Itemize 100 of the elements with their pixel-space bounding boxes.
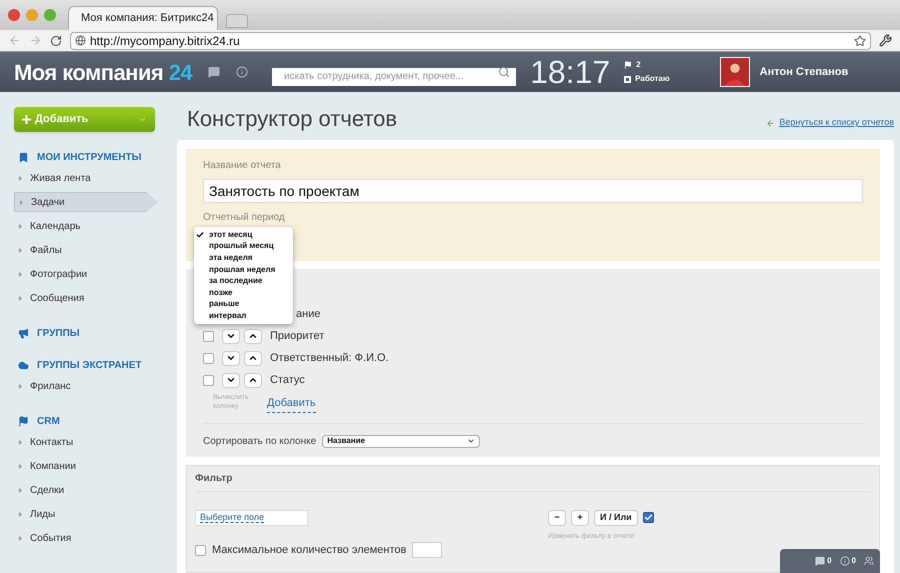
column-name: ание — [296, 306, 320, 322]
clock-time: 18:17 — [530, 56, 610, 88]
chevron-down-icon — [226, 353, 236, 363]
field-picker[interactable]: Выберите поле — [195, 510, 308, 526]
sidebar-item[interactable]: Лиды — [14, 504, 158, 524]
sidebar-item[interactable]: Сделки — [14, 480, 158, 500]
column-name: Статус — [270, 372, 305, 388]
add-column-link[interactable]: Добавить — [267, 395, 316, 412]
chevron-down-icon — [226, 331, 236, 341]
plus-icon — [22, 115, 31, 124]
globe-icon — [75, 35, 86, 46]
move-up-button[interactable] — [244, 372, 262, 388]
sidebar-item[interactable]: Компании — [14, 456, 158, 476]
bullet-icon — [20, 200, 23, 204]
sidebar-item[interactable]: Контакты — [14, 432, 158, 452]
move-down-button[interactable] — [222, 328, 240, 344]
search-field[interactable]: искать сотрудника, документ, прочее... — [272, 68, 516, 86]
bullet-icon — [19, 296, 22, 300]
chevron-up-icon — [248, 375, 258, 385]
caret-icon — [138, 115, 147, 124]
move-down-button[interactable] — [222, 372, 240, 388]
settings-icon[interactable] — [879, 34, 892, 47]
menu-item[interactable]: раньше — [194, 298, 293, 310]
menu-item[interactable]: этот месяц — [194, 229, 293, 241]
column-name: Ответственный: Ф.И.О. — [270, 350, 389, 366]
checkbox[interactable] — [642, 512, 654, 523]
bookmark-star-icon[interactable] — [854, 34, 866, 46]
move-up-button[interactable] — [244, 328, 262, 344]
close-window-button[interactable] — [8, 9, 20, 21]
info-icon[interactable] — [840, 556, 850, 566]
sidebar-item[interactable]: Файлы — [14, 240, 158, 260]
sidebar-item[interactable]: Фотографии — [14, 264, 158, 284]
field-label: Название отчета — [203, 159, 282, 173]
logo[interactable]: Моя компания 24 — [14, 56, 192, 88]
chevron-up-icon — [248, 353, 258, 363]
menu-item[interactable]: за последние — [194, 275, 293, 287]
checkbox[interactable] — [203, 374, 214, 386]
sidebar-item[interactable]: События — [14, 528, 158, 548]
bullet-icon — [19, 536, 22, 540]
filter-button[interactable]: + — [571, 510, 589, 526]
cloud-icon — [18, 360, 29, 370]
address-field[interactable]: http://mycompany.bitrix24.ru — [70, 32, 871, 50]
search-icon[interactable] — [498, 66, 510, 78]
sidebar-item[interactable]: Календарь — [14, 216, 158, 236]
message-count: 0 — [827, 555, 832, 567]
filter-button[interactable]: И / Или — [594, 510, 638, 526]
max-elements-label: Максимальное количество элементов — [212, 543, 406, 558]
flag-icon[interactable] — [624, 61, 632, 69]
checkbox[interactable] — [195, 544, 206, 556]
chat-icon[interactable] — [208, 66, 220, 78]
menu-item[interactable]: эта неделя — [194, 252, 293, 264]
move-up-button[interactable] — [244, 350, 262, 366]
section-title[interactable]: CRM — [37, 414, 60, 428]
status-square-icon — [624, 76, 632, 82]
menu-item[interactable]: прошлая неделя — [194, 264, 293, 276]
field-label: Отчетный период — [203, 211, 286, 225]
bullet-icon — [19, 512, 22, 516]
megaphone-icon — [18, 328, 29, 338]
bullet-icon — [19, 272, 22, 276]
back-link[interactable]: Вернуться к списку отчетов — [779, 116, 894, 130]
bullet-icon — [19, 440, 22, 444]
users-icon[interactable] — [864, 556, 874, 566]
reload-icon[interactable] — [50, 34, 62, 46]
page-title: Конструктор отчетов — [187, 104, 398, 133]
back-arrow-icon — [766, 118, 776, 128]
section-title[interactable]: ГРУППЫ — [37, 326, 80, 340]
work-status[interactable]: Работаю — [635, 73, 670, 85]
section-title[interactable]: ГРУППЫ ЭКСТРАНЕТ — [37, 358, 142, 372]
info-icon[interactable] — [236, 66, 248, 78]
flag-icon — [18, 416, 29, 426]
user-name[interactable]: Антон Степанов — [760, 64, 848, 80]
filter-title: Фильтр — [195, 472, 232, 486]
bookmark-icon — [18, 152, 29, 162]
browser-tab[interactable]: Моя компания: Битрикс24 — [68, 6, 218, 30]
menu-item[interactable]: прошлый месяц — [194, 240, 293, 252]
sidebar-item[interactable]: Сообщения — [14, 288, 158, 308]
menu-item[interactable]: позже — [194, 286, 293, 299]
bullet-icon — [19, 248, 22, 252]
filter-button[interactable]: − — [548, 510, 566, 526]
notification-count: 0 — [852, 555, 856, 567]
max-elements-field[interactable] — [412, 542, 442, 558]
checkbox[interactable] — [203, 352, 214, 364]
move-down-button[interactable] — [222, 350, 240, 366]
checkbox[interactable] — [203, 330, 214, 342]
sidebar-item[interactable]: Живая лента — [14, 168, 158, 188]
bullet-icon — [19, 384, 22, 388]
avatar[interactable] — [720, 57, 750, 87]
column-name: Приоритет — [270, 328, 324, 344]
chat-icon[interactable] — [815, 556, 826, 566]
sidebar-item[interactable]: Фриланс — [14, 376, 158, 396]
task-count: 2 — [636, 59, 641, 71]
bullet-icon — [19, 464, 22, 468]
menu-item[interactable]: интервал — [194, 310, 293, 322]
sidebar-item[interactable]: Задачи — [14, 192, 158, 212]
bullet-icon — [19, 224, 22, 228]
section-title[interactable]: МОИ ИНСТРУМЕНТЫ — [37, 150, 142, 164]
sort-select[interactable]: Название — [322, 434, 480, 448]
bullet-icon — [19, 488, 22, 492]
report-name-field[interactable]: Занятость по проектам — [203, 179, 863, 203]
bullet-icon — [19, 176, 22, 180]
